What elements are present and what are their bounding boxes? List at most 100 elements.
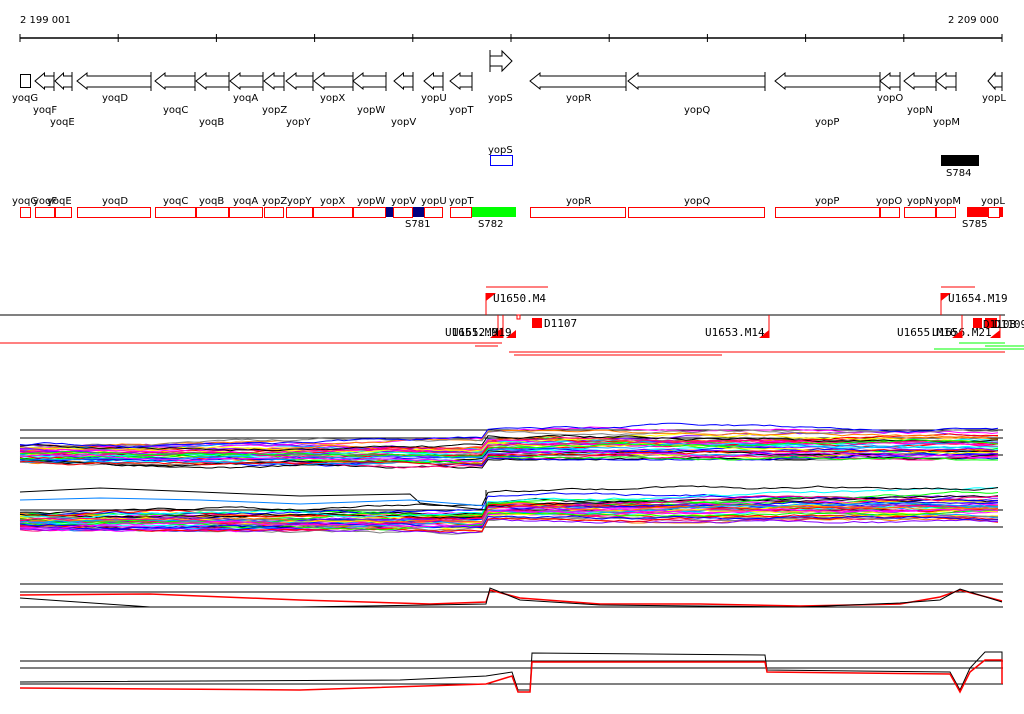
annotation-yopY[interactable]: yopY: [286, 196, 313, 218]
region-label-S782: S782: [478, 219, 503, 230]
gene-label-yopX: yopX: [320, 93, 345, 104]
gene-yoqA[interactable]: yoqA: [229, 71, 264, 104]
gene-yopQ[interactable]: yopQ: [627, 71, 766, 116]
gene-label-yopP: yopP: [815, 117, 839, 128]
region-label-S785: S785: [962, 219, 987, 230]
annotation-label-yopX: yopX: [320, 196, 345, 207]
annotation-label-yoqB: yoqB: [199, 196, 224, 207]
annotation-yopV[interactable]: yopV: [391, 196, 416, 218]
annotation-yopN[interactable]: yopN: [904, 196, 936, 218]
gene-yopM[interactable]: yopM: [933, 71, 960, 128]
annotation-label-yopR: yopR: [566, 196, 591, 207]
gene-yopU[interactable]: yopU: [421, 71, 447, 104]
annotation-label-yopO: yopO: [876, 196, 902, 207]
gene-label-yopR: yopR: [566, 93, 591, 104]
gene-label-yopL: yopL: [982, 93, 1006, 104]
gene-yoqG[interactable]: yoqG: [12, 74, 38, 105]
region-S782[interactable]: [472, 207, 516, 217]
annotation-yopX[interactable]: yopX: [313, 196, 353, 218]
gene-yoqD[interactable]: yoqD: [76, 71, 152, 104]
ruler: 2 199 001 2 209 000: [19, 15, 1003, 42]
feature-box-yopS[interactable]: [490, 155, 513, 166]
gene-label-yopQ: yopQ: [684, 105, 710, 116]
annotation-yopW[interactable]: yopW: [353, 196, 386, 218]
gene-label-yopZ: yopZ: [262, 105, 287, 116]
region-S785[interactable]: [967, 207, 989, 217]
annotation-yoqE[interactable]: yoqE: [47, 196, 72, 218]
annotation-yopU[interactable]: yopU: [421, 196, 447, 218]
tu-U1653.M14[interactable]: U1653.M14: [705, 326, 765, 339]
annotation-label-yopW: yopW: [357, 196, 385, 207]
gene-label-yopY: yopY: [286, 117, 311, 128]
annotation-yopR[interactable]: yopR: [530, 196, 626, 218]
annotation-label-yopT: yopT: [449, 196, 474, 207]
gene-yoqB[interactable]: yoqB: [195, 71, 230, 128]
annotation-yopM[interactable]: yopM: [934, 196, 961, 218]
annotation-yopQ[interactable]: yopQ: [628, 196, 765, 218]
gene-yopW[interactable]: yopW: [352, 71, 387, 116]
annotation-yopP[interactable]: yopP: [775, 196, 880, 218]
gene-label-yoqE: yoqE: [50, 117, 75, 128]
ruler-start-label: 2 199 001: [20, 15, 71, 26]
region-S784[interactable]: [941, 155, 979, 166]
gene-yopP[interactable]: yopP: [774, 71, 881, 128]
gene-yopL[interactable]: yopL: [982, 71, 1006, 104]
annotation-yopT[interactable]: yopT: [449, 196, 474, 218]
annotation-label-yopU: yopU: [421, 196, 447, 207]
region-label-S781: S781: [405, 219, 430, 230]
region-label-S784: S784: [946, 168, 971, 179]
tu-D1107[interactable]: D1107: [544, 317, 577, 330]
gene-yopV[interactable]: yopV: [391, 71, 416, 128]
feature-track: yopS S784: [488, 145, 979, 179]
gene-label-yopT: yopT: [449, 105, 474, 116]
gene-yopR[interactable]: yopR: [529, 71, 627, 104]
region-S781-b[interactable]: [413, 207, 424, 217]
gene-label-yoqF: yoqF: [33, 105, 57, 116]
annotation-label-yopL: yopL: [981, 196, 1005, 207]
annotation-yoqC[interactable]: yoqC: [155, 196, 196, 218]
annotation-yoqA[interactable]: yoqA: [229, 196, 263, 218]
gene-label-yopM: yopM: [933, 117, 960, 128]
gene-label-yoqA: yoqA: [233, 93, 258, 104]
gene-label-yopO: yopO: [877, 93, 903, 104]
gene-yopZ[interactable]: yopZ: [262, 71, 287, 116]
gene-label-yopU: yopU: [421, 93, 447, 104]
annotation-label-yopY: yopY: [287, 196, 312, 207]
annotation-label-yopN: yopN: [907, 196, 933, 207]
annotation-label-yopQ: yopQ: [684, 196, 710, 207]
gene-label-yopN: yopN: [907, 105, 933, 116]
annotation-yoqB[interactable]: yoqB: [196, 196, 229, 218]
tu-U1650.M4[interactable]: U1650.M4: [493, 292, 546, 305]
annotation-yoqD[interactable]: yoqD: [77, 196, 151, 218]
annotation-label-yoqD: yoqD: [102, 196, 128, 207]
region-S785-end: [1000, 207, 1003, 217]
annotation-label-yopP: yopP: [815, 196, 839, 207]
region-S781-a[interactable]: [385, 207, 393, 217]
ruler-end-label: 2 209 000: [948, 15, 999, 26]
gene-yopN[interactable]: yopN: [903, 71, 937, 116]
gene-track: yoqGyoqFyoqE yoqD yoqC yoqB yoqA yopZyopY yopX…: [12, 49, 1006, 128]
annotation-label-yoqC: yoqC: [163, 196, 188, 207]
gene-yopX[interactable]: yopX: [313, 71, 354, 104]
feature-label-yopS: yopS: [488, 145, 513, 156]
gene-yopS[interactable]: yopS: [488, 49, 513, 104]
gene-label-yoqC: yoqC: [163, 105, 188, 116]
annotation-label-yopV: yopV: [391, 196, 416, 207]
annotation-label-yoqE: yoqE: [47, 196, 72, 207]
gene-yoqC[interactable]: yoqC: [154, 71, 196, 116]
expression-profiles: [19, 422, 1003, 694]
gene-yopT[interactable]: yopT: [449, 71, 474, 116]
tu-D1109[interactable]: D1109: [994, 318, 1024, 331]
gene-label-yopV: yopV: [391, 117, 416, 128]
annotation-yopZ[interactable]: yopZ: [262, 196, 287, 218]
tu-U1654.M19[interactable]: U1654.M19: [948, 292, 1008, 305]
annotation-label-yopZ: yopZ: [262, 196, 287, 207]
annotation-track: S781 S782 S785 yoqGyoqFyoqE yoqD yoqC yoqB y…: [12, 196, 1005, 230]
gene-yopO[interactable]: yopO: [877, 71, 903, 104]
gene-label-yoqG: yoqG: [12, 93, 38, 104]
gene-label-yopW: yopW: [357, 105, 385, 116]
annotation-label-yoqA: yoqA: [233, 196, 258, 207]
gene-yopY[interactable]: yopY: [285, 71, 314, 128]
tu-U1652.M19[interactable]: U1652.M19: [452, 326, 512, 339]
genome-browser: 2 199 001 2 209 000 yoqGyoqFyoqEyoqDyoqC…: [0, 15, 1024, 694]
